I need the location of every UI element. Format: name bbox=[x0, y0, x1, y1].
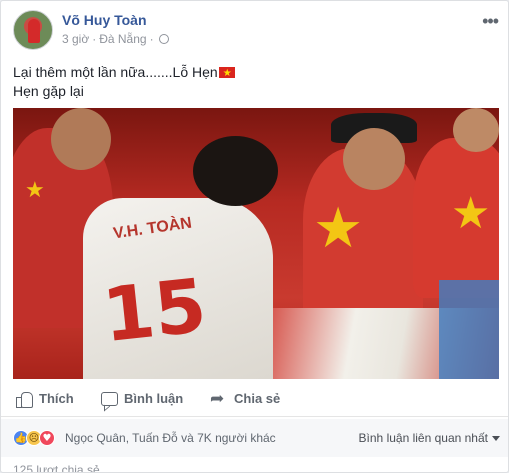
photo-player-hair bbox=[193, 136, 278, 206]
like-button[interactable]: Thích bbox=[15, 390, 74, 408]
post-header: Võ Huy Toàn 3 giờ · Đà Nẵng · ••• bbox=[13, 9, 499, 53]
photo-fan-left-head bbox=[51, 108, 111, 170]
post-location[interactable]: Đà Nẵng bbox=[99, 32, 146, 46]
post-card: Võ Huy Toàn 3 giờ · Đà Nẵng · ••• Lại th… bbox=[0, 0, 509, 473]
thumbs-up-icon bbox=[15, 390, 33, 408]
action-bar: Thích Bình luận ➦ Chia sẻ bbox=[1, 381, 508, 417]
post-photo[interactable]: ★ ★ ★ V.H. TOÀN 15 bbox=[13, 108, 499, 379]
love-reaction-icon: ♥ bbox=[39, 430, 55, 446]
post-time[interactable]: 3 giờ bbox=[62, 32, 89, 46]
more-options-icon[interactable]: ••• bbox=[482, 11, 499, 32]
photo-fan-right-head bbox=[453, 108, 499, 152]
comment-sort-dropdown[interactable]: Bình luận liên quan nhất bbox=[359, 431, 500, 445]
post-text-line2: Hẹn gặp lại bbox=[13, 83, 84, 99]
post-text: Lại thêm một lần nữa.......Lỗ Hẹn Hẹn gặ… bbox=[13, 63, 235, 101]
post-text-line1-content: Lại thêm một lần nữa.......Lỗ Hẹn bbox=[13, 64, 218, 80]
author-avatar[interactable] bbox=[13, 10, 53, 50]
reactions-bar: 👍 ☹ ♥ Ngọc Quân, Tuấn Đỗ và 7K người khá… bbox=[1, 419, 508, 457]
share-label: Chia sẻ bbox=[234, 391, 281, 406]
caret-down-icon bbox=[492, 435, 500, 441]
share-icon: ➦ bbox=[210, 388, 225, 409]
globe-icon[interactable] bbox=[158, 34, 169, 44]
share-button[interactable]: ➦ Chia sẻ bbox=[210, 390, 280, 408]
photo-jersey-number: 15 bbox=[98, 262, 211, 360]
author-name[interactable]: Võ Huy Toàn bbox=[62, 12, 147, 28]
comment-sort-label: Bình luận liên quan nhất bbox=[358, 431, 488, 445]
reaction-icons[interactable]: 👍 ☹ ♥ bbox=[13, 430, 55, 446]
comment-label: Bình luận bbox=[124, 391, 184, 406]
meta-separator: · bbox=[92, 32, 97, 46]
reaction-names[interactable]: Ngọc Quân, Tuấn Đỗ và 7K người khác bbox=[65, 431, 276, 445]
comment-icon bbox=[100, 390, 118, 408]
meta-dot: · bbox=[149, 32, 154, 46]
share-count[interactable]: 125 lượt chia sẻ bbox=[13, 463, 100, 472]
like-label: Thích bbox=[39, 391, 74, 406]
photo-blue-area bbox=[439, 280, 499, 379]
post-meta: 3 giờ · Đà Nẵng · bbox=[62, 32, 169, 46]
comment-button[interactable]: Bình luận bbox=[100, 390, 183, 408]
photo-star-right: ★ bbox=[451, 188, 491, 239]
photo-star-left: ★ bbox=[25, 178, 45, 203]
photo-fan-center-head bbox=[343, 128, 405, 190]
photo-star-center: ★ bbox=[313, 196, 364, 261]
post-text-line1: Lại thêm một lần nữa.......Lỗ Hẹn bbox=[13, 63, 235, 83]
vietnam-flag-icon bbox=[218, 64, 235, 83]
